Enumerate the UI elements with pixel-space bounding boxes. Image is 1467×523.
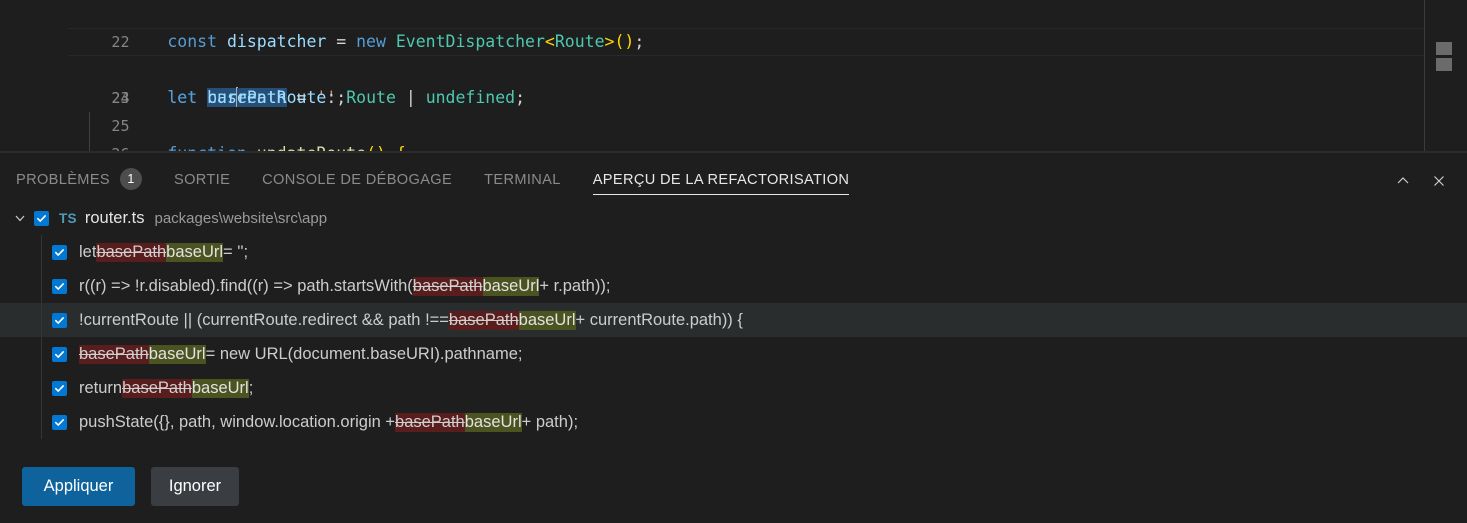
- inserted-text: baseUrl: [148, 344, 206, 364]
- close-panel-button[interactable]: [1425, 167, 1453, 195]
- tree-indent-guide: [41, 303, 42, 337]
- code-line-24[interactable]: 24 let currentRoute: Route | undefined;: [0, 56, 1425, 107]
- tree-indent-guide: [41, 269, 42, 303]
- change-checkbox[interactable]: [52, 278, 67, 294]
- code-line-23[interactable]: 23 let basePath = '';: [0, 28, 1425, 107]
- change-suffix: + r.path));: [539, 276, 611, 295]
- refactor-change-row[interactable]: basePath baseUrl = new URL(document.baseU…: [0, 337, 1467, 371]
- tree-indent-guide: [41, 235, 42, 269]
- deleted-text: basePath: [96, 242, 167, 262]
- tab-label: CONSOLE DE DÉBOGAGE: [262, 171, 453, 188]
- file-path: packages\website\src\app: [154, 209, 328, 227]
- change-prefix: let: [79, 242, 97, 261]
- change-prefix: pushState({}, path, window.location.orig…: [79, 412, 396, 431]
- code-editor[interactable]: 22 const dispatcher = new EventDispatche…: [0, 0, 1467, 152]
- change-checkbox[interactable]: [52, 380, 67, 396]
- apply-button[interactable]: Appliquer: [22, 467, 135, 506]
- change-prefix: r((r) => !r.disabled).find((r) => path.s…: [79, 276, 413, 295]
- change-suffix: = new URL(document.baseURI).pathname;: [205, 344, 523, 363]
- change-checkbox[interactable]: [52, 346, 67, 362]
- current-line-highlight: [68, 28, 1425, 56]
- discard-button[interactable]: Ignorer: [151, 467, 239, 506]
- tree-indent-guide: [41, 371, 42, 405]
- change-suffix: + path);: [521, 412, 579, 431]
- refactor-change-row[interactable]: !currentRoute || (currentRoute.redirect …: [0, 303, 1467, 337]
- tab-label: APERÇU DE LA REFACTORISATION: [592, 171, 850, 188]
- tab-label: SORTIE: [173, 171, 231, 188]
- inserted-text: baseUrl: [191, 378, 249, 398]
- tree-indent-guide: [41, 405, 42, 439]
- change-suffix: + currentRoute.path)) {: [575, 310, 743, 329]
- code-line-25[interactable]: 25: [0, 84, 1425, 135]
- minimap-marker: [1436, 58, 1452, 71]
- change-checkbox[interactable]: [52, 414, 67, 430]
- refactor-change-row[interactable]: return basePath baseUrl;: [0, 371, 1467, 405]
- change-suffix: = '';: [223, 242, 249, 261]
- refactor-change-row[interactable]: r((r) => !r.disabled).find((r) => path.s…: [0, 269, 1467, 303]
- inserted-text: baseUrl: [166, 242, 224, 262]
- code-line-22[interactable]: 22 const dispatcher = new EventDispatche…: [0, 0, 1425, 51]
- change-prefix: return: [79, 378, 123, 397]
- deleted-text: basePath: [395, 412, 465, 432]
- file-checkbox[interactable]: [34, 210, 49, 226]
- refactor-change-row[interactable]: pushState({}, path, window.location.orig…: [0, 405, 1467, 439]
- refactor-file-row[interactable]: TS router.ts packages\website\src\app: [0, 201, 1467, 235]
- tab-refactor-preview[interactable]: APERÇU DE LA REFACTORISATION: [592, 155, 850, 201]
- panel-action-bar: [1389, 167, 1453, 195]
- tab-label: PROBLÈMES: [16, 171, 110, 188]
- problems-count-badge: 1: [119, 168, 142, 190]
- panel-tab-bar: PROBLÈMES 1 SORTIE CONSOLE DE DÉBOGAGE T…: [0, 153, 1467, 201]
- tab-output[interactable]: SORTIE: [174, 155, 230, 201]
- inserted-text: baseUrl: [518, 310, 576, 330]
- editor-minimap[interactable]: [1424, 0, 1467, 152]
- close-icon: [1431, 173, 1447, 189]
- tab-terminal[interactable]: TERMINAL: [484, 155, 561, 201]
- active-tab-underline: [592, 194, 850, 195]
- deleted-text: basePath: [412, 276, 483, 296]
- deleted-text: basePath: [79, 344, 149, 364]
- change-checkbox[interactable]: [52, 312, 67, 328]
- inserted-text: baseUrl: [464, 412, 522, 432]
- indent-guide: [89, 112, 90, 152]
- tab-debug-console[interactable]: CONSOLE DE DÉBOGAGE: [262, 155, 452, 201]
- tree-indent-guide: [41, 337, 42, 371]
- code-lines[interactable]: 22 const dispatcher = new EventDispatche…: [0, 0, 1425, 152]
- deleted-text: basePath: [122, 378, 192, 398]
- panel-tabs: PROBLÈMES 1 SORTIE CONSOLE DE DÉBOGAGE T…: [16, 153, 881, 201]
- change-suffix: ;: [248, 378, 254, 397]
- inserted-text: baseUrl: [482, 276, 540, 296]
- refactor-change-row[interactable]: let basePath baseUrl = '';: [0, 235, 1467, 269]
- chevron-down-icon[interactable]: [6, 201, 34, 235]
- change-prefix: !currentRoute || (currentRoute.redirect …: [79, 310, 449, 329]
- change-checkbox[interactable]: [52, 244, 67, 260]
- file-name: router.ts: [84, 208, 145, 227]
- chevron-up-icon: [1395, 173, 1411, 189]
- tab-problems[interactable]: PROBLÈMES 1: [16, 155, 142, 201]
- refactor-preview-tree[interactable]: TS router.ts packages\website\src\app le…: [0, 201, 1467, 439]
- typescript-file-icon: TS: [59, 210, 77, 226]
- vscode-window: 22 const dispatcher = new EventDispatche…: [0, 0, 1467, 523]
- maximize-panel-button[interactable]: [1389, 167, 1417, 195]
- deleted-text: basePath: [448, 310, 519, 330]
- code-line-26[interactable]: 26 function updateRoute() {: [0, 112, 1425, 152]
- minimap-marker: [1436, 42, 1452, 55]
- bottom-panel: PROBLÈMES 1 SORTIE CONSOLE DE DÉBOGAGE T…: [0, 152, 1467, 523]
- refactor-action-buttons: Appliquer Ignorer: [22, 467, 239, 506]
- tab-label: TERMINAL: [484, 171, 561, 188]
